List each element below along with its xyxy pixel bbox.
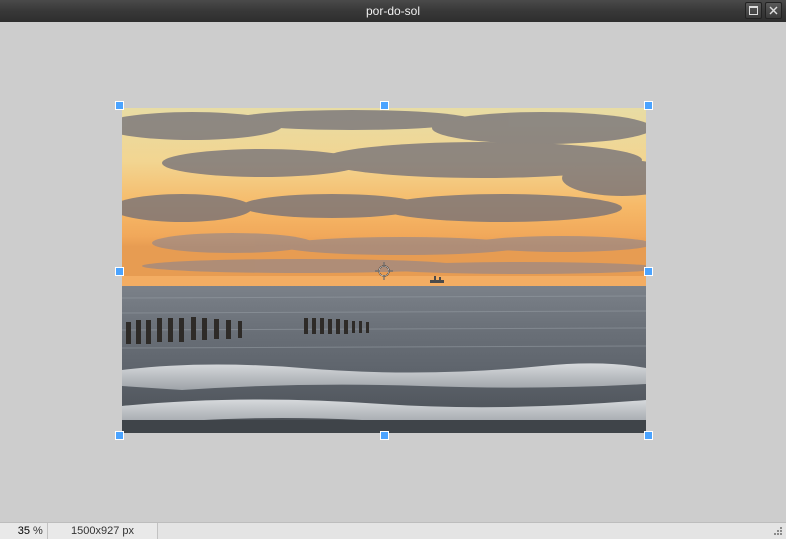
resize-grip-icon (772, 525, 784, 537)
zoom-field[interactable]: % (0, 523, 48, 539)
close-icon (769, 6, 778, 15)
handle-bottom-mid[interactable] (380, 431, 389, 440)
handle-bottom-left[interactable] (115, 431, 124, 440)
handle-bottom-right[interactable] (644, 431, 653, 440)
pivot-icon (375, 262, 393, 280)
transform-pivot[interactable] (375, 262, 393, 280)
titlebar: por-do-sol (0, 0, 786, 22)
handle-top-right[interactable] (644, 101, 653, 110)
resize-grip[interactable] (770, 523, 786, 539)
window-controls (745, 2, 782, 19)
handle-mid-right[interactable] (644, 267, 653, 276)
window-title: por-do-sol (0, 4, 786, 18)
handle-mid-left[interactable] (115, 267, 124, 276)
zoom-input[interactable] (6, 525, 30, 537)
maximize-button[interactable] (745, 2, 762, 19)
maximize-icon (749, 6, 758, 15)
workspace[interactable] (0, 22, 786, 522)
dimensions-label: 1500x927 px (48, 523, 158, 539)
close-button[interactable] (765, 2, 782, 19)
handle-top-mid[interactable] (380, 101, 389, 110)
zoom-unit: % (33, 525, 43, 537)
handle-top-left[interactable] (115, 101, 124, 110)
status-spacer (158, 523, 770, 539)
statusbar: % 1500x927 px (0, 522, 786, 539)
